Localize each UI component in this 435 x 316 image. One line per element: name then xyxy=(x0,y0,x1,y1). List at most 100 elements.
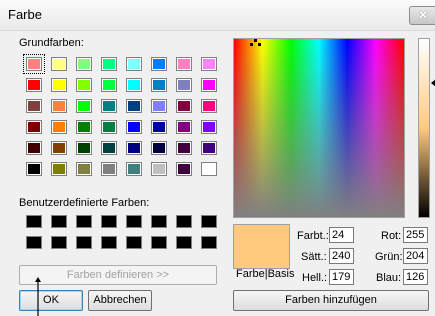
basic-color-swatch[interactable] xyxy=(201,78,217,92)
ok-label: OK xyxy=(43,294,59,306)
basic-color-swatch[interactable] xyxy=(76,57,92,71)
basic-color-swatch[interactable] xyxy=(101,99,117,113)
basic-color-swatch[interactable] xyxy=(26,78,42,92)
luminance-arrow-icon[interactable] xyxy=(431,79,435,87)
sat-input[interactable]: 240 xyxy=(329,248,354,264)
basic-color-swatch[interactable] xyxy=(23,54,45,74)
color-preview xyxy=(233,224,290,269)
custom-color-swatch[interactable] xyxy=(151,236,167,249)
title-bar[interactable]: Farbe ✕ xyxy=(0,0,435,31)
lum-value: 179 xyxy=(332,271,351,283)
custom-color-swatch[interactable] xyxy=(201,215,217,228)
custom-color-swatch[interactable] xyxy=(101,236,117,249)
basic-color-swatch[interactable] xyxy=(151,57,167,71)
cancel-button[interactable]: Abbrechen xyxy=(88,290,152,311)
define-custom-colors-label: Farben definieren >> xyxy=(66,269,170,281)
basic-color-swatch[interactable] xyxy=(26,99,42,113)
basic-color-swatch[interactable] xyxy=(76,120,92,134)
custom-color-swatch[interactable] xyxy=(176,236,192,249)
blue-value: 126 xyxy=(406,271,425,283)
basic-color-swatch[interactable] xyxy=(151,120,167,134)
hue-input[interactable]: 24 xyxy=(329,227,354,243)
basic-color-swatch[interactable] xyxy=(51,99,67,113)
basic-color-swatch[interactable] xyxy=(101,141,117,155)
red-input[interactable]: 255 xyxy=(403,227,428,243)
custom-color-swatch[interactable] xyxy=(151,215,167,228)
custom-color-swatch[interactable] xyxy=(26,236,42,249)
basic-color-swatch[interactable] xyxy=(126,57,142,71)
custom-color-swatch[interactable] xyxy=(176,215,192,228)
custom-color-swatch[interactable] xyxy=(76,236,92,249)
basic-color-swatch[interactable] xyxy=(126,162,142,176)
basic-color-swatch[interactable] xyxy=(126,120,142,134)
custom-color-swatch[interactable] xyxy=(101,215,117,228)
basic-color-swatch[interactable] xyxy=(126,141,142,155)
basic-color-swatch[interactable] xyxy=(151,162,167,176)
color-dialog: Farbe ✕ Grundfarben: Benutzerdefinierte … xyxy=(0,0,435,316)
basic-color-swatch[interactable] xyxy=(176,78,192,92)
basic-colors-label: Grundfarben: xyxy=(19,37,84,49)
basic-color-swatch[interactable] xyxy=(201,99,217,113)
basic-color-swatch[interactable] xyxy=(201,57,217,71)
window-title: Farbe xyxy=(8,7,42,22)
sat-value: 240 xyxy=(332,250,351,262)
basic-color-swatch[interactable] xyxy=(176,120,192,134)
cancel-label: Abbrechen xyxy=(93,294,147,306)
basic-color-swatch[interactable] xyxy=(176,99,192,113)
basic-color-swatch[interactable] xyxy=(201,162,217,176)
custom-color-swatch[interactable] xyxy=(51,236,67,249)
basic-color-swatch[interactable] xyxy=(151,141,167,155)
basic-color-swatch[interactable] xyxy=(201,120,217,134)
blue-input[interactable]: 126 xyxy=(403,269,428,285)
custom-color-swatch[interactable] xyxy=(26,215,42,228)
basic-color-swatch[interactable] xyxy=(176,141,192,155)
basic-color-swatch[interactable] xyxy=(151,78,167,92)
basic-color-swatch[interactable] xyxy=(26,120,42,134)
blue-label: Blau: xyxy=(376,272,402,284)
basic-color-swatch[interactable] xyxy=(51,78,67,92)
add-custom-color-button[interactable]: Farben hinzufügen xyxy=(233,290,429,311)
basic-color-swatch[interactable] xyxy=(76,162,92,176)
basic-color-swatch[interactable] xyxy=(101,162,117,176)
basic-color-swatch[interactable] xyxy=(101,78,117,92)
color-spectrum[interactable] xyxy=(233,38,405,218)
luminance-slider[interactable] xyxy=(418,38,430,218)
green-label: Grün: xyxy=(375,251,403,263)
basic-color-swatch[interactable] xyxy=(101,120,117,134)
basic-color-swatch[interactable] xyxy=(101,57,117,71)
basic-color-swatch[interactable] xyxy=(51,162,67,176)
red-label: Rot: xyxy=(381,230,402,242)
basic-color-swatch[interactable] xyxy=(51,141,67,155)
sat-label: Sätt.: xyxy=(301,251,327,263)
basic-color-swatch[interactable] xyxy=(76,78,92,92)
custom-color-swatch[interactable] xyxy=(76,215,92,228)
basic-color-swatch[interactable] xyxy=(76,99,92,113)
custom-color-swatch[interactable] xyxy=(126,215,142,228)
basic-color-swatch[interactable] xyxy=(126,78,142,92)
lum-input[interactable]: 179 xyxy=(329,269,354,285)
red-value: 255 xyxy=(406,229,425,241)
define-custom-colors-button[interactable]: Farben definieren >> xyxy=(19,265,217,285)
close-icon: ✕ xyxy=(418,8,429,22)
custom-color-swatch[interactable] xyxy=(126,236,142,249)
basic-color-swatch[interactable] xyxy=(151,99,167,113)
crosshair-icon xyxy=(250,39,261,46)
custom-color-swatch[interactable] xyxy=(201,236,217,249)
basic-color-swatch[interactable] xyxy=(51,57,67,71)
basic-color-swatch[interactable] xyxy=(76,141,92,155)
basic-color-swatch[interactable] xyxy=(176,57,192,71)
basic-color-swatch[interactable] xyxy=(26,162,42,176)
basic-color-swatch[interactable] xyxy=(126,99,142,113)
ok-button[interactable]: OK xyxy=(19,290,83,311)
basic-color-swatch[interactable] xyxy=(26,141,42,155)
basic-color-swatch[interactable] xyxy=(176,162,192,176)
lum-label: Hell.: xyxy=(302,272,328,284)
close-button[interactable]: ✕ xyxy=(409,6,435,25)
hue-value: 24 xyxy=(332,229,345,241)
hue-label: Farbt.: xyxy=(297,230,329,242)
custom-color-swatch[interactable] xyxy=(51,215,67,228)
basic-color-swatch[interactable] xyxy=(51,120,67,134)
basic-color-swatch[interactable] xyxy=(201,141,217,155)
green-input[interactable]: 204 xyxy=(403,248,428,264)
add-custom-color-label: Farben hinzufügen xyxy=(285,294,377,306)
